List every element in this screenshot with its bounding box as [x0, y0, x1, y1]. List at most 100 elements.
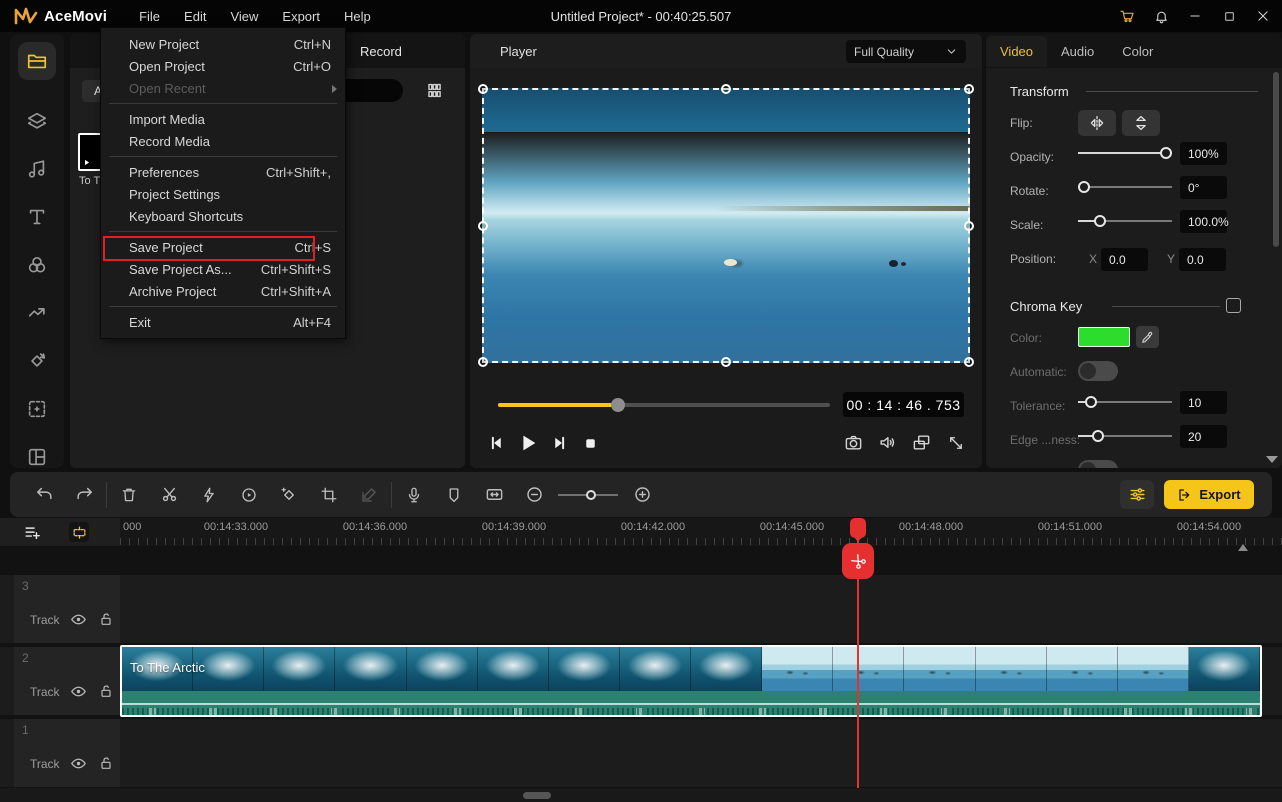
menu-item-preferences[interactable]: PreferencesCtrl+Shift+, — [101, 161, 345, 183]
export-button[interactable]: Export — [1164, 480, 1254, 509]
automatic-toggle[interactable] — [1078, 361, 1118, 381]
stop-icon[interactable] — [579, 432, 601, 454]
lightning-icon[interactable] — [189, 480, 229, 510]
animation-icon[interactable] — [18, 342, 56, 380]
rotate-slider[interactable] — [1078, 180, 1172, 194]
crop-icon[interactable] — [309, 480, 349, 510]
expand-icon[interactable] — [945, 432, 966, 453]
hscroll-thumb[interactable] — [523, 792, 551, 799]
folder-icon[interactable] — [18, 42, 56, 80]
menu-item-import-media[interactable]: Import Media — [101, 108, 345, 130]
grid-view-icon[interactable] — [423, 80, 445, 100]
opacity-value[interactable]: 100% — [1180, 142, 1227, 165]
cart-icon[interactable] — [1116, 5, 1138, 27]
trash-icon[interactable] — [109, 480, 149, 510]
menu-edit[interactable]: Edit — [174, 5, 216, 28]
chroma-color-swatch[interactable] — [1078, 327, 1130, 347]
menu-export[interactable]: Export — [272, 5, 330, 28]
layers-icon[interactable] — [18, 102, 56, 140]
position-x-value[interactable]: 0.0 — [1101, 248, 1148, 271]
scissors-icon[interactable] — [149, 480, 189, 510]
scale-value[interactable]: 100.0% — [1180, 210, 1227, 233]
menu-item-keyboard-shortcuts[interactable]: Keyboard Shortcuts — [101, 205, 345, 227]
menu-item-record-media[interactable]: Record Media — [101, 130, 345, 152]
video-preview[interactable] — [482, 88, 970, 363]
transitions-icon[interactable] — [18, 294, 56, 332]
timeline-ruler[interactable]: 000 00:14:33.00000:14:36.00000:14:39.000… — [120, 518, 1282, 546]
play-icon[interactable] — [517, 432, 539, 454]
menu-item-archive-project[interactable]: Archive ProjectCtrl+Shift+A — [101, 280, 345, 302]
timeline-hscrollbar[interactable] — [0, 788, 1282, 802]
bell-icon[interactable] — [1150, 5, 1172, 27]
split-playhead-button[interactable] — [842, 543, 874, 579]
speaker-icon[interactable] — [877, 432, 898, 453]
zoom-in-icon[interactable] — [622, 480, 662, 510]
scroll-down-arrow[interactable] — [1266, 456, 1278, 463]
undo-icon[interactable] — [24, 480, 64, 510]
lock-icon[interactable] — [98, 754, 114, 771]
marker-icon[interactable] — [434, 480, 474, 510]
music-icon[interactable] — [18, 150, 56, 188]
flip-horizontal-icon[interactable] — [1078, 110, 1116, 136]
menu-item-project-settings[interactable]: Project Settings — [101, 183, 345, 205]
partial-toggle[interactable] — [1078, 460, 1118, 468]
track-row-1[interactable]: 1 Track — [0, 719, 1282, 787]
tab-audio[interactable]: Audio — [1047, 36, 1108, 67]
track-row-3[interactable]: 3 Track — [0, 575, 1282, 643]
rotate-value[interactable]: 0° — [1180, 176, 1227, 199]
lock-icon[interactable] — [98, 610, 114, 627]
tolerance-value[interactable]: 10 — [1180, 391, 1227, 414]
text-icon[interactable] — [18, 198, 56, 236]
screens-icon[interactable] — [911, 432, 932, 453]
eye-icon[interactable] — [70, 755, 87, 772]
edge-slider[interactable] — [1078, 429, 1172, 443]
maximize-icon[interactable] — [1218, 5, 1240, 27]
elements-icon[interactable] — [18, 390, 56, 428]
menu-item-save-project-as[interactable]: Save Project As...Ctrl+Shift+S — [101, 258, 345, 280]
add-track-icon[interactable] — [22, 522, 42, 542]
next-frame-icon[interactable] — [548, 432, 570, 454]
zoom-out-icon[interactable] — [514, 480, 554, 510]
chroma-key-checkbox[interactable] — [1226, 298, 1241, 313]
redo-icon[interactable] — [64, 480, 104, 510]
lock-icon[interactable] — [98, 682, 114, 699]
timeline-zoom-slider[interactable] — [558, 488, 618, 502]
menu-help[interactable]: Help — [334, 5, 381, 28]
mic-icon[interactable] — [394, 480, 434, 510]
snap-icon[interactable] — [69, 522, 89, 542]
flip-vertical-icon[interactable] — [1122, 110, 1160, 136]
camera-icon[interactable] — [843, 432, 864, 453]
menu-item-new-project[interactable]: New ProjectCtrl+N — [101, 33, 345, 55]
edge-value[interactable]: 20 — [1180, 425, 1227, 448]
prev-frame-icon[interactable] — [486, 432, 508, 454]
filters-icon[interactable] — [18, 246, 56, 284]
opacity-slider[interactable] — [1078, 146, 1172, 160]
menu-item-save-project[interactable]: Save ProjectCtrl+S — [101, 236, 345, 258]
menu-item-exit[interactable]: ExitAlt+F4 — [101, 311, 345, 333]
quality-dropdown[interactable]: Full Quality — [846, 40, 966, 63]
menu-file[interactable]: File — [129, 5, 170, 28]
scale-slider[interactable] — [1078, 214, 1172, 228]
close-icon[interactable] — [1252, 5, 1274, 27]
playhead-handle[interactable] — [850, 518, 866, 538]
track-row-2[interactable]: 2 Track To The Arctic — [0, 647, 1282, 715]
timeline-scroll-up-arrow[interactable] — [1238, 544, 1248, 551]
seek-knob[interactable] — [611, 398, 625, 412]
eye-icon[interactable] — [70, 683, 87, 700]
split-screen-icon[interactable] — [18, 438, 56, 476]
tab-record[interactable]: Record — [360, 44, 402, 59]
seek-bar[interactable] — [498, 398, 830, 412]
menu-view[interactable]: View — [220, 5, 268, 28]
minimize-icon[interactable] — [1184, 5, 1206, 27]
fit-width-icon[interactable] — [474, 480, 514, 510]
eye-icon[interactable] — [70, 611, 87, 628]
tolerance-slider[interactable] — [1078, 395, 1172, 409]
inspector-scrollbar[interactable] — [1273, 72, 1279, 247]
keyframe-icon[interactable] — [269, 480, 309, 510]
tab-color[interactable]: Color — [1108, 36, 1167, 67]
video-clip[interactable]: To The Arctic — [120, 645, 1262, 717]
menu-item-open-project[interactable]: Open ProjectCtrl+O — [101, 55, 345, 77]
position-y-value[interactable]: 0.0 — [1179, 248, 1226, 271]
tab-video[interactable]: Video — [986, 36, 1047, 67]
clock-play-icon[interactable] — [229, 480, 269, 510]
